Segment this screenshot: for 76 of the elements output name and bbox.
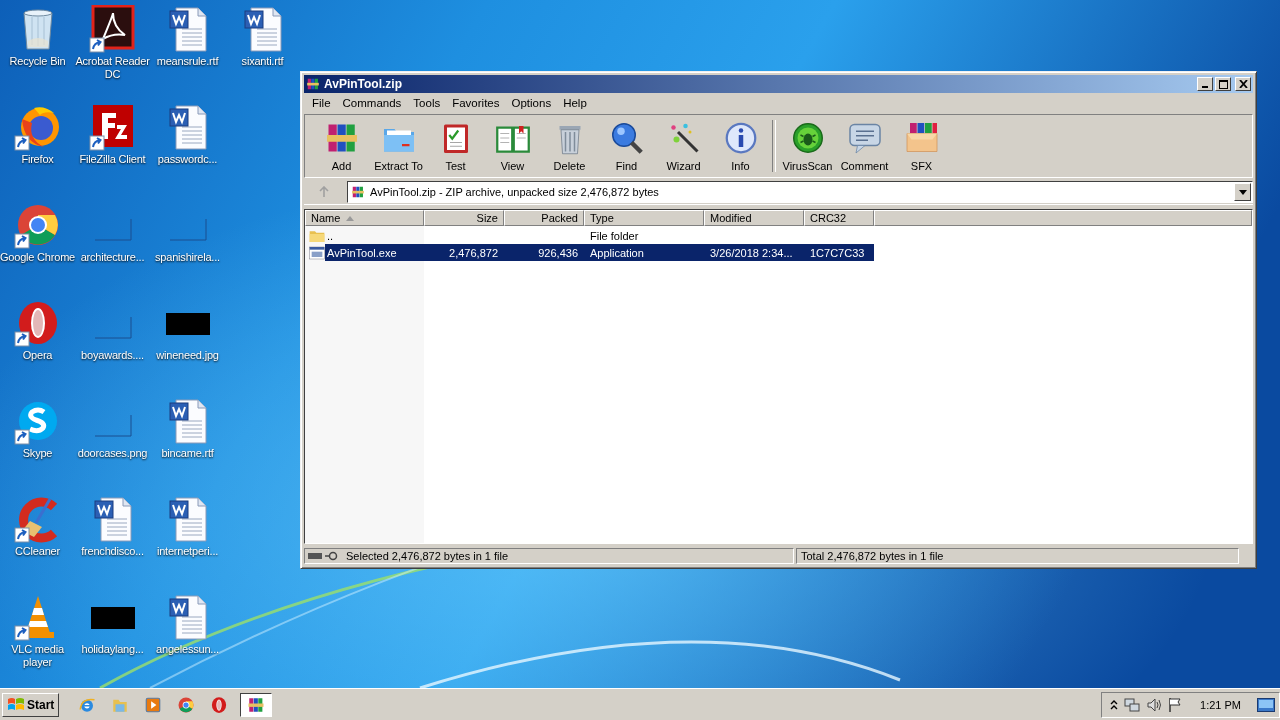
column-header[interactable]: Modified <box>704 210 804 226</box>
status-text: Selected 2,476,872 bytes in 1 file <box>346 550 509 562</box>
icon-label[interactable]: Acrobat Reader DC <box>74 55 151 81</box>
clock[interactable]: 1:21 PM <box>1200 698 1241 711</box>
ring-logo-icon <box>210 695 229 714</box>
minimize-button[interactable] <box>1197 77 1213 91</box>
file-row[interactable]: AvPinTool.exe 2,476,872 926,436 Application 3/26/2018 2:34... 1C7C7C33 <box>325 244 874 261</box>
show-desktop-icon[interactable] <box>1257 697 1275 712</box>
taskbar-button[interactable] <box>240 692 273 717</box>
table-cell-text: 2,476,872 <box>448 246 499 259</box>
start-button[interactable]: Start <box>2 692 60 717</box>
icon-label[interactable]: CCleaner <box>0 545 76 558</box>
caret-down-icon <box>1238 189 1247 195</box>
icon-label[interactable]: FileZilla Client <box>74 153 151 166</box>
maximize-button[interactable] <box>1215 77 1231 91</box>
icon-label[interactable]: Google Chrome <box>0 251 76 264</box>
toolbar-button[interactable]: Info <box>712 117 769 174</box>
file-row[interactable]: .. File folder <box>325 227 874 244</box>
network-icon[interactable] <box>1124 696 1141 713</box>
arrow-up-icon <box>318 186 330 198</box>
icon-label[interactable]: Recycle Bin <box>0 55 76 68</box>
window-title: AvPinTool.zip <box>324 77 402 91</box>
toolbar-button[interactable]: Wizard <box>655 117 712 174</box>
archive-icon <box>306 77 320 91</box>
chevron-up-icon[interactable] <box>1110 699 1119 710</box>
icon-label[interactable]: sixanti.rtf <box>224 55 301 68</box>
pdf-icon[interactable] <box>88 5 137 53</box>
toolbar-button[interactable]: Find <box>598 117 655 174</box>
table-cell-text: AvPinTool.exe <box>326 246 398 259</box>
table-cell-text: Application <box>589 246 645 259</box>
close-icon <box>1238 80 1248 88</box>
menu-item[interactable]: Help <box>557 96 593 109</box>
table-cell-text: 3/26/2018 2:34... <box>709 246 794 259</box>
column-header[interactable]: Size <box>424 210 504 226</box>
dropdown-button[interactable] <box>1234 183 1251 201</box>
column-header[interactable]: Type <box>584 210 704 226</box>
toolbar-button[interactable]: Test <box>427 117 484 174</box>
application-icon <box>309 244 325 261</box>
toolbar-button[interactable]: Extract To <box>370 117 427 174</box>
toolbar-button[interactable]: SFX <box>893 117 950 174</box>
icon-label[interactable]: architecture... <box>74 251 151 264</box>
menu-item[interactable]: Options <box>505 96 558 109</box>
toolbar-button[interactable]: View <box>484 117 541 174</box>
column-header[interactable]: Packed <box>504 210 584 226</box>
books-icon <box>247 695 266 714</box>
close-button[interactable] <box>1235 77 1251 91</box>
status-text: Total 2,476,872 bytes in 1 file <box>796 548 1239 564</box>
toolbar-button[interactable]: Add <box>313 117 370 174</box>
icon-label[interactable]: Opera <box>0 349 76 362</box>
icon-label[interactable]: Skype <box>0 447 76 460</box>
icon-label[interactable]: VLC media player <box>0 643 76 669</box>
icon-label[interactable]: meansrule.rtf <box>149 55 226 68</box>
table-cell-text: File folder <box>589 229 640 242</box>
browser-logo-icon <box>177 695 196 714</box>
column-header[interactable]: CRC32 <box>804 210 874 226</box>
toolbar-button[interactable]: VirusScan <box>779 117 836 174</box>
menu-item[interactable]: File <box>306 96 337 109</box>
flag-icon[interactable] <box>1168 696 1183 713</box>
table-cell-text: .. <box>326 229 335 242</box>
icon-label[interactable]: boyawards.... <box>74 349 151 362</box>
column-header[interactable]: Name <box>305 210 424 226</box>
menu-item[interactable]: Tools <box>407 96 447 109</box>
toolbar-button[interactable]: Delete <box>541 117 598 174</box>
address-field[interactable]: AvPinTool.zip - ZIP archive, unpacked size 2,476,872 bytes <box>347 181 1253 203</box>
play-icon <box>144 695 163 714</box>
windows-logo-icon <box>7 696 25 713</box>
toolbar-button[interactable]: Comment <box>836 117 893 174</box>
icon-label[interactable]: Firefox <box>0 153 76 166</box>
table-cell-text: 926,436 <box>537 246 579 259</box>
archive-icon <box>351 185 365 199</box>
icon-label[interactable]: passwordc... <box>149 153 226 166</box>
table-cell-text: 1C7C7C33 <box>809 246 866 259</box>
menu-item[interactable]: Commands <box>336 96 408 109</box>
menu-item[interactable]: Favorites <box>446 96 506 109</box>
icon-label[interactable]: spanishirela... <box>149 251 226 264</box>
volume-icon[interactable] <box>1146 696 1163 713</box>
